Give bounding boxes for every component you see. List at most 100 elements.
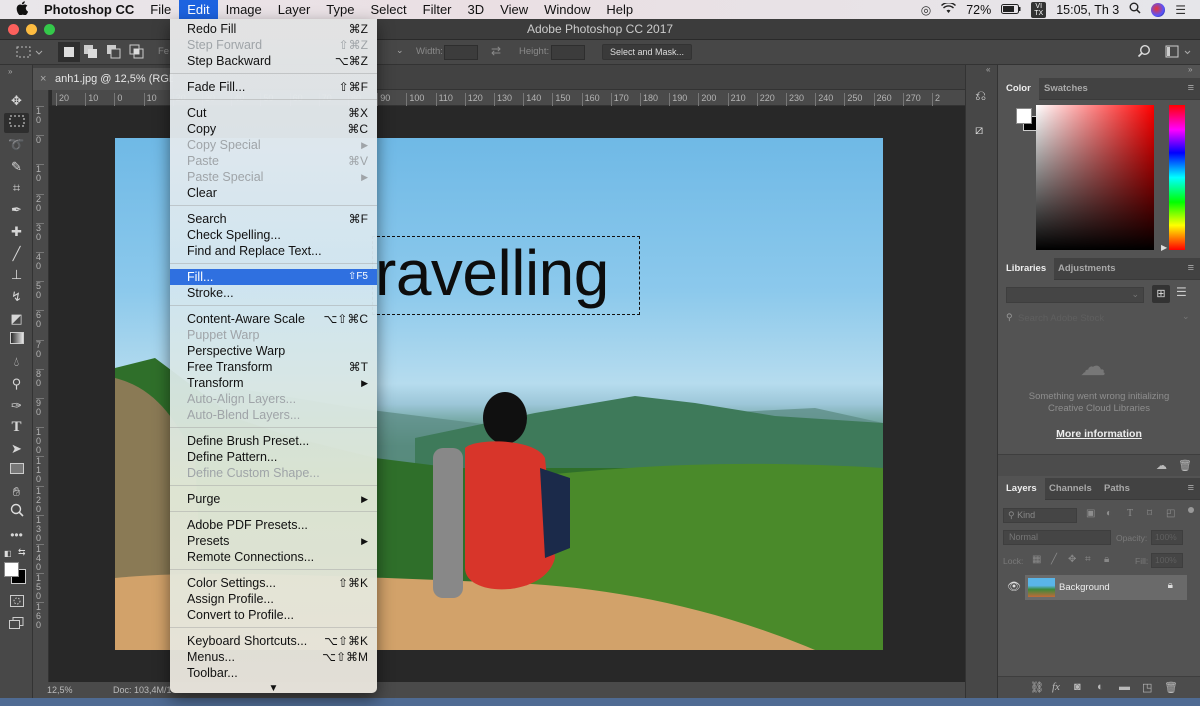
stock-search-input[interactable]: Search Adobe Stock bbox=[1018, 313, 1104, 324]
tab-paths[interactable]: Paths bbox=[1096, 478, 1138, 500]
brush-tool-icon[interactable]: ╱ bbox=[4, 244, 29, 264]
creative-cloud-icon[interactable]: ◎ bbox=[921, 3, 931, 17]
lock-all-icon[interactable]: 🔒︎ bbox=[1104, 554, 1109, 565]
lock-artboard-icon[interactable]: ⌗ bbox=[1085, 554, 1091, 565]
edit-toolbar-icon[interactable]: ••• bbox=[4, 525, 29, 545]
siri-icon[interactable] bbox=[1151, 2, 1166, 17]
lock-pixels-icon[interactable]: ╱ bbox=[1051, 554, 1057, 565]
apple-icon[interactable] bbox=[0, 1, 36, 18]
new-layer-icon[interactable]: ◳ bbox=[1142, 681, 1152, 694]
stock-search-chevron[interactable]: ⌄ bbox=[1182, 311, 1190, 322]
wifi-icon[interactable] bbox=[941, 1, 957, 17]
menu-item-search[interactable]: Search ⌘F bbox=[170, 211, 377, 227]
style-dropdown-chevron[interactable]: ⌄ bbox=[396, 45, 404, 56]
menu-edit[interactable]: Edit bbox=[179, 0, 218, 19]
delete-layer-icon[interactable]: 🗑︎ bbox=[1164, 681, 1178, 694]
eyedropper-tool-icon[interactable]: ✒ bbox=[4, 200, 29, 220]
menu-item-check-spelling[interactable]: Check Spelling... bbox=[170, 227, 377, 243]
menu-item-copy-special[interactable]: Copy Special ▶ bbox=[170, 137, 377, 153]
crop-tool-icon[interactable]: ⌗ bbox=[4, 178, 29, 198]
libraries-panel-menu-icon[interactable]: ≡ bbox=[1188, 262, 1194, 274]
color-panel-menu-icon[interactable]: ≡ bbox=[1188, 82, 1194, 94]
filter-smart-object-icon[interactable]: ◰ bbox=[1166, 508, 1175, 519]
menu-item-copy[interactable]: Copy ⌘C bbox=[170, 121, 377, 137]
blend-mode-dropdown[interactable]: Normal bbox=[1003, 530, 1111, 545]
menu-window[interactable]: Window bbox=[536, 0, 598, 19]
menu-item-convert-to-profile[interactable]: Convert to Profile... bbox=[170, 607, 377, 623]
menu-item-fade-fill[interactable]: Fade Fill... ⇧⌘F bbox=[170, 79, 377, 95]
clone-stamp-tool-icon[interactable]: ⊥ bbox=[4, 265, 29, 285]
filter-pixel-icon[interactable]: ▣ bbox=[1086, 508, 1095, 519]
menu-file[interactable]: File bbox=[142, 0, 179, 19]
close-tab-icon[interactable]: × bbox=[40, 68, 46, 90]
menu-item-define-custom-shape[interactable]: Define Custom Shape... bbox=[170, 465, 377, 481]
path-selection-tool-icon[interactable]: ➤ bbox=[4, 439, 29, 459]
quick-mask-icon[interactable] bbox=[4, 593, 29, 613]
history-brush-tool-icon[interactable]: ↯ bbox=[4, 287, 29, 307]
menu-item-assign-profile[interactable]: Assign Profile... bbox=[170, 591, 377, 607]
new-group-icon[interactable]: ▬ bbox=[1119, 681, 1130, 693]
layers-panel-menu-icon[interactable]: ≡ bbox=[1188, 482, 1194, 494]
new-selection-button[interactable] bbox=[58, 42, 80, 62]
input-source-icon[interactable]: VI TX bbox=[1031, 1, 1047, 18]
menu-help[interactable]: Help bbox=[598, 0, 641, 19]
notification-center-icon[interactable]: ☰ bbox=[1175, 3, 1186, 17]
menu-item-keyboard-shortcuts[interactable]: Keyboard Shortcuts... ⌥⇧⌘K bbox=[170, 633, 377, 649]
move-tool-icon[interactable]: ✥ bbox=[4, 91, 29, 111]
gradient-tool-icon[interactable] bbox=[4, 330, 29, 350]
blur-tool-icon[interactable]: 💧︎ bbox=[4, 352, 29, 372]
menu-item-auto-blend-layers[interactable]: Auto-Blend Layers... bbox=[170, 407, 377, 423]
menu-item-content-aware-scale[interactable]: Content-Aware Scale ⌥⇧⌘C bbox=[170, 311, 377, 327]
menu-item-cut[interactable]: Cut ⌘X bbox=[170, 105, 377, 121]
menu-item-free-transform[interactable]: Free Transform ⌘T bbox=[170, 359, 377, 375]
menu-item-adobe-pdf-presets[interactable]: Adobe PDF Presets... bbox=[170, 517, 377, 533]
link-layers-icon[interactable]: ⛓︎ bbox=[1030, 681, 1044, 694]
lock-transparent-icon[interactable]: ▦ bbox=[1032, 554, 1041, 565]
menu-item-remote-connections[interactable]: Remote Connections... bbox=[170, 549, 377, 565]
doc-size-info[interactable]: Doc: 103,4M/1 bbox=[113, 682, 172, 698]
library-dropdown[interactable]: ⌄ bbox=[1006, 287, 1144, 303]
minimize-window-button[interactable] bbox=[26, 24, 37, 35]
layer-filter-dropdown[interactable]: ⚲ Kind bbox=[1003, 508, 1077, 523]
history-panel-icon[interactable]: ⎌ bbox=[975, 87, 986, 104]
menu-item-stroke[interactable]: Stroke... bbox=[170, 285, 377, 301]
select-and-mask-button[interactable]: Select and Mask... bbox=[602, 44, 692, 60]
filter-shape-icon[interactable]: ⌑ bbox=[1147, 508, 1152, 519]
menu-item-define-pattern[interactable]: Define Pattern... bbox=[170, 449, 377, 465]
dodge-tool-icon[interactable]: ⚲ bbox=[4, 374, 29, 394]
rectangular-marquee-tool-icon[interactable] bbox=[4, 113, 29, 133]
menu-filter[interactable]: Filter bbox=[415, 0, 460, 19]
zoom-window-button[interactable] bbox=[44, 24, 55, 35]
add-mask-icon[interactable]: ◙ bbox=[1074, 681, 1081, 693]
width-input[interactable] bbox=[444, 45, 478, 60]
menu-item-step-forward[interactable]: Step Forward ⇧⌘Z bbox=[170, 37, 377, 53]
zoom-tool-icon[interactable] bbox=[4, 503, 29, 523]
battery-icon[interactable] bbox=[1001, 3, 1021, 17]
foreground-color-swatch[interactable] bbox=[4, 562, 19, 577]
eraser-tool-icon[interactable]: ◩ bbox=[4, 309, 29, 329]
menu-item-paste-special[interactable]: Paste Special ▶ bbox=[170, 169, 377, 185]
menu-item-color-settings[interactable]: Color Settings... ⇧⌘K bbox=[170, 575, 377, 591]
swap-colors-icon[interactable]: ⇆ bbox=[18, 547, 26, 558]
toolbar-expand-icon[interactable]: » bbox=[8, 67, 12, 76]
menu-item-find-and-replace-text[interactable]: Find and Replace Text... bbox=[170, 243, 377, 259]
library-delete-icon[interactable]: 🗑︎ bbox=[1178, 459, 1192, 472]
more-information-link[interactable]: More information bbox=[998, 428, 1200, 440]
menu-view[interactable]: View bbox=[492, 0, 536, 19]
menu-item-menus[interactable]: Menus... ⌥⇧⌘M bbox=[170, 649, 377, 665]
menu-item-step-backward[interactable]: Step Backward ⌥⌘Z bbox=[170, 53, 377, 69]
menu-item-presets[interactable]: Presets ▶ bbox=[170, 533, 377, 549]
rectangle-tool-icon[interactable] bbox=[4, 460, 29, 480]
new-adjustment-layer-icon[interactable]: ◐ bbox=[1097, 681, 1104, 693]
lock-position-icon[interactable]: ✥ bbox=[1068, 554, 1076, 565]
subtract-from-selection-button[interactable] bbox=[106, 44, 122, 63]
marquee-preset-icon[interactable] bbox=[16, 45, 44, 62]
menu-item-purge[interactable]: Purge ▶ bbox=[170, 491, 377, 507]
expand-panels-icon[interactable]: » bbox=[1188, 65, 1192, 78]
menu-image[interactable]: Image bbox=[218, 0, 270, 19]
menu-scroll-down-arrow-icon[interactable]: ▼ bbox=[170, 681, 377, 697]
color-picker-field[interactable] bbox=[1036, 105, 1154, 250]
fill-input[interactable]: 100% bbox=[1151, 553, 1183, 568]
filter-adjustment-icon[interactable]: ◐ bbox=[1106, 508, 1112, 519]
screen-mode-icon[interactable] bbox=[4, 615, 29, 635]
